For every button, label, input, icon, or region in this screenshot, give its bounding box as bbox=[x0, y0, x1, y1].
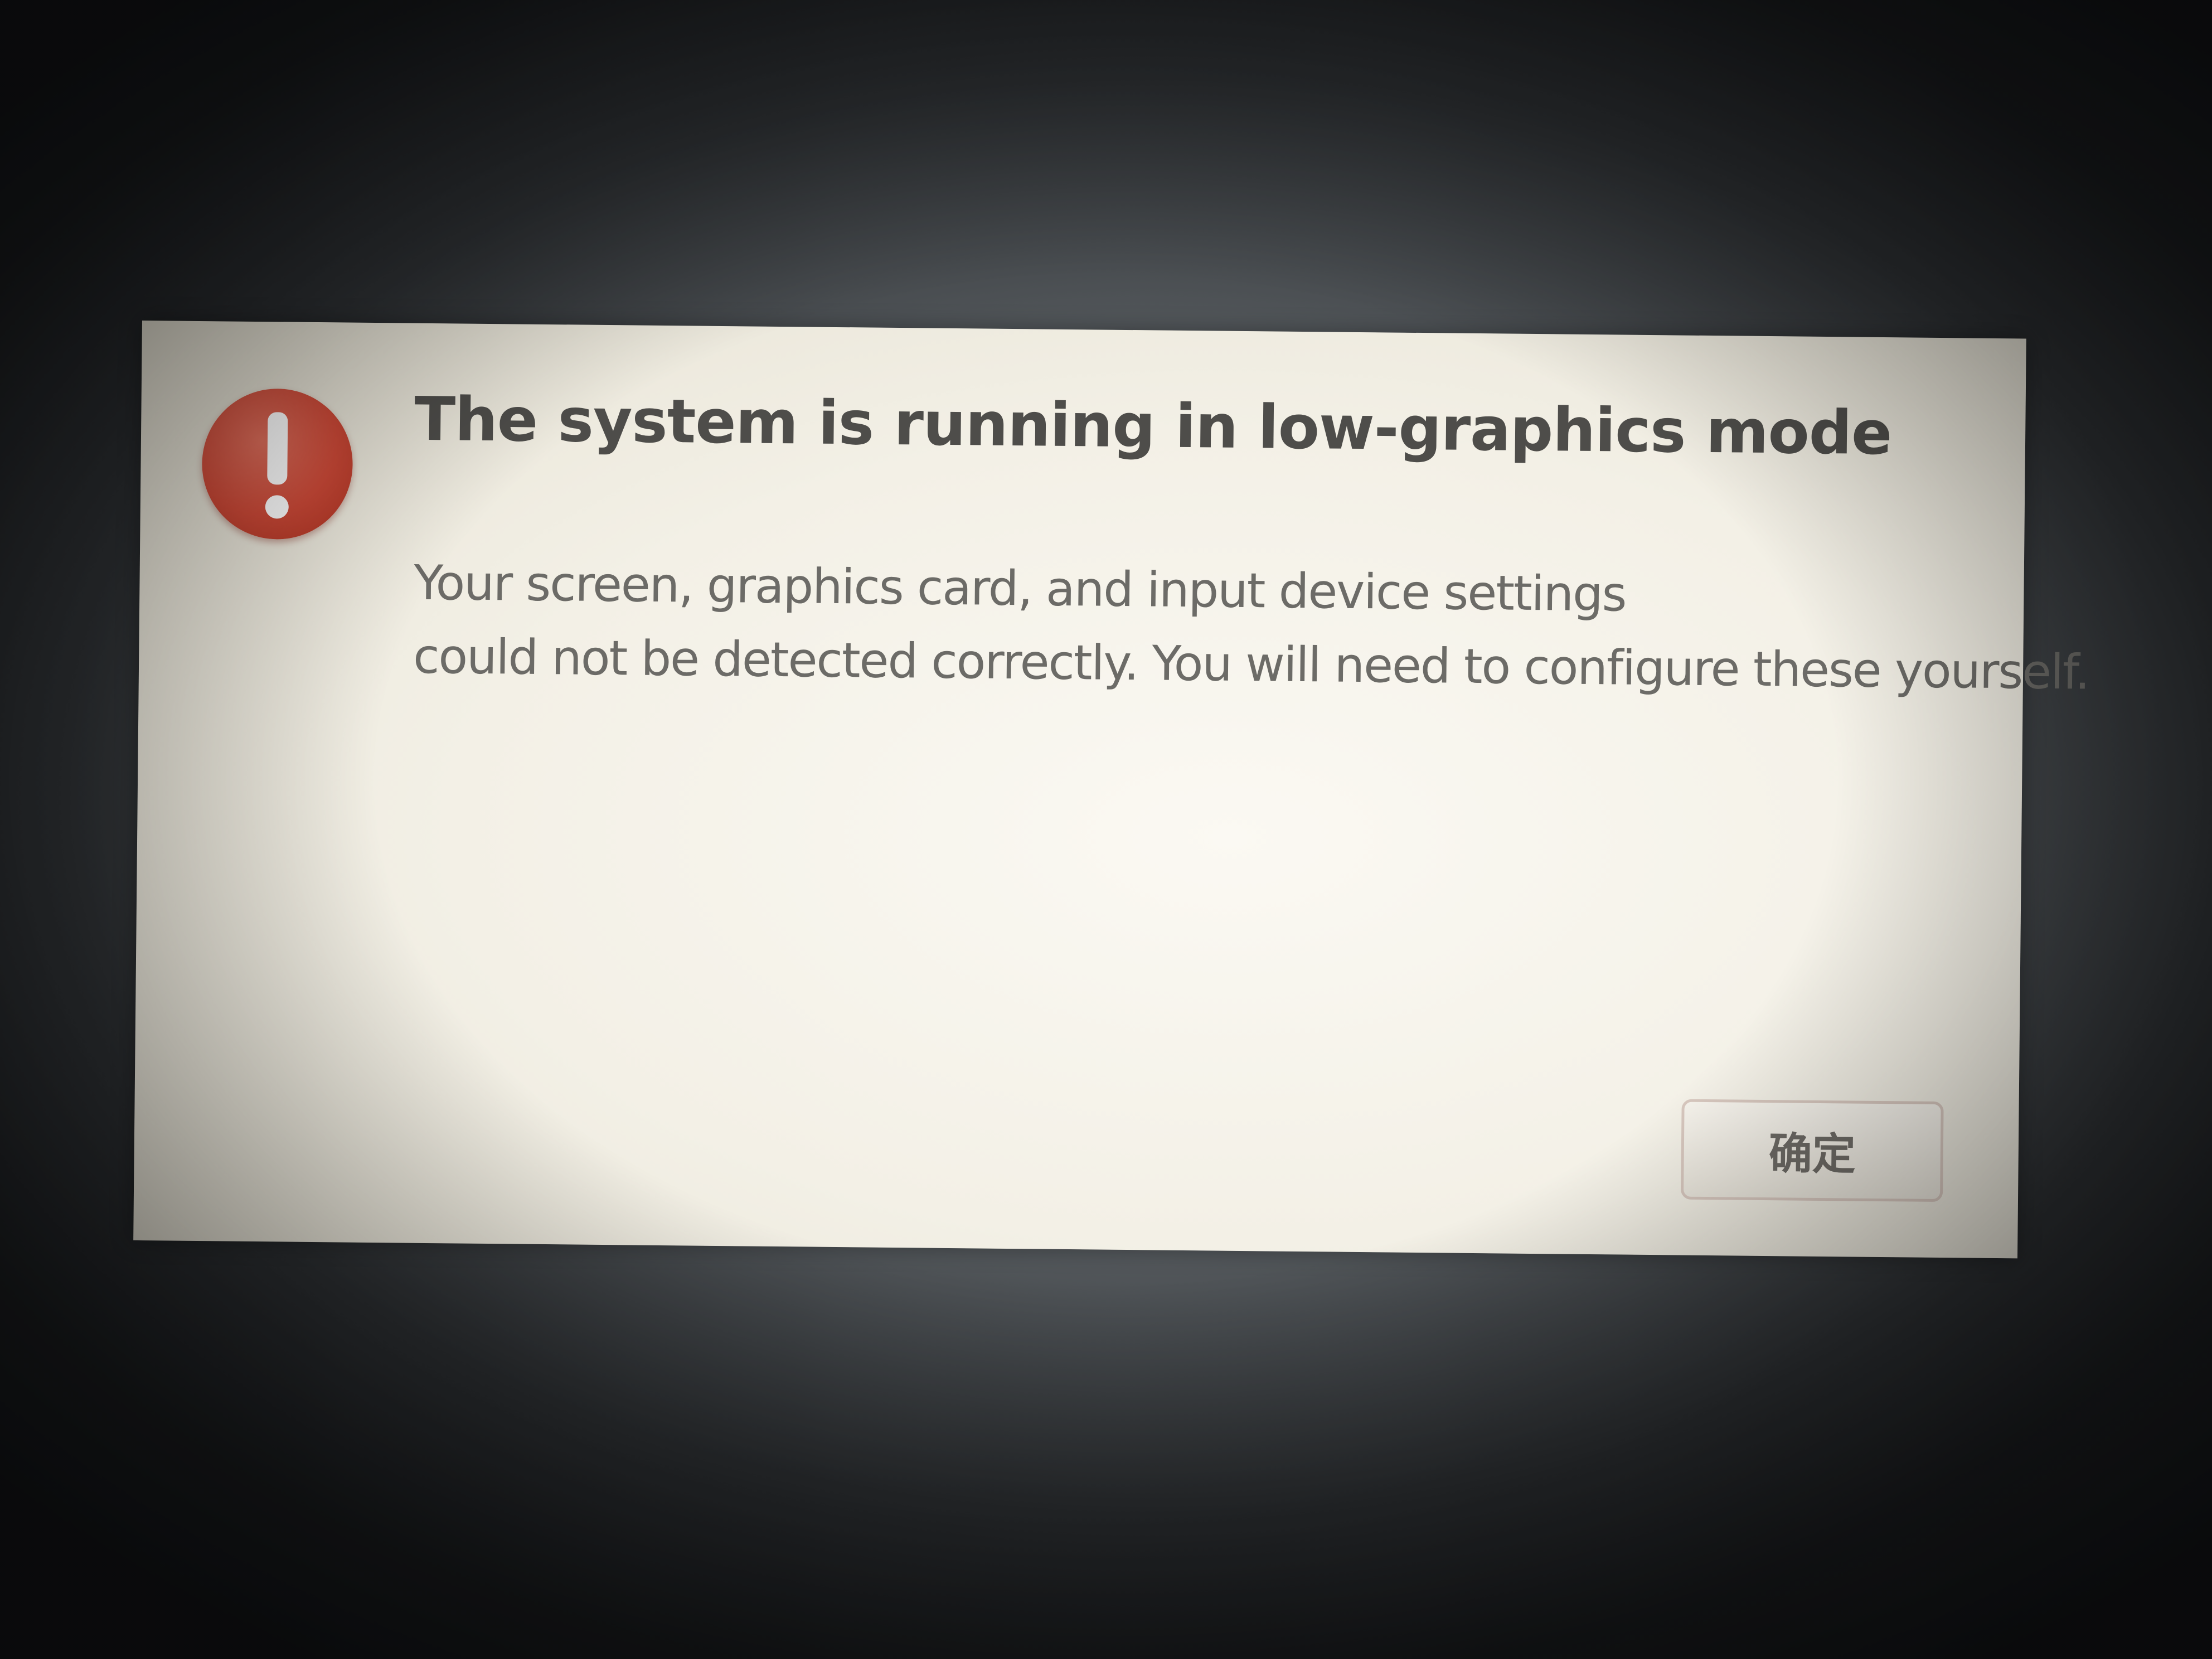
dialog-message: Your screen, graphics card, and input de… bbox=[413, 546, 2089, 709]
message-line: could not be detected correctly. You wil… bbox=[413, 628, 2089, 701]
exclamation-mark bbox=[265, 412, 289, 519]
dialog-title: The system is running in low-graphics mo… bbox=[414, 384, 1893, 469]
exclamation-icon bbox=[201, 388, 353, 540]
ok-button[interactable]: 确定 bbox=[1680, 1099, 1944, 1202]
low-graphics-dialog: The system is running in low-graphics mo… bbox=[133, 321, 2089, 1259]
